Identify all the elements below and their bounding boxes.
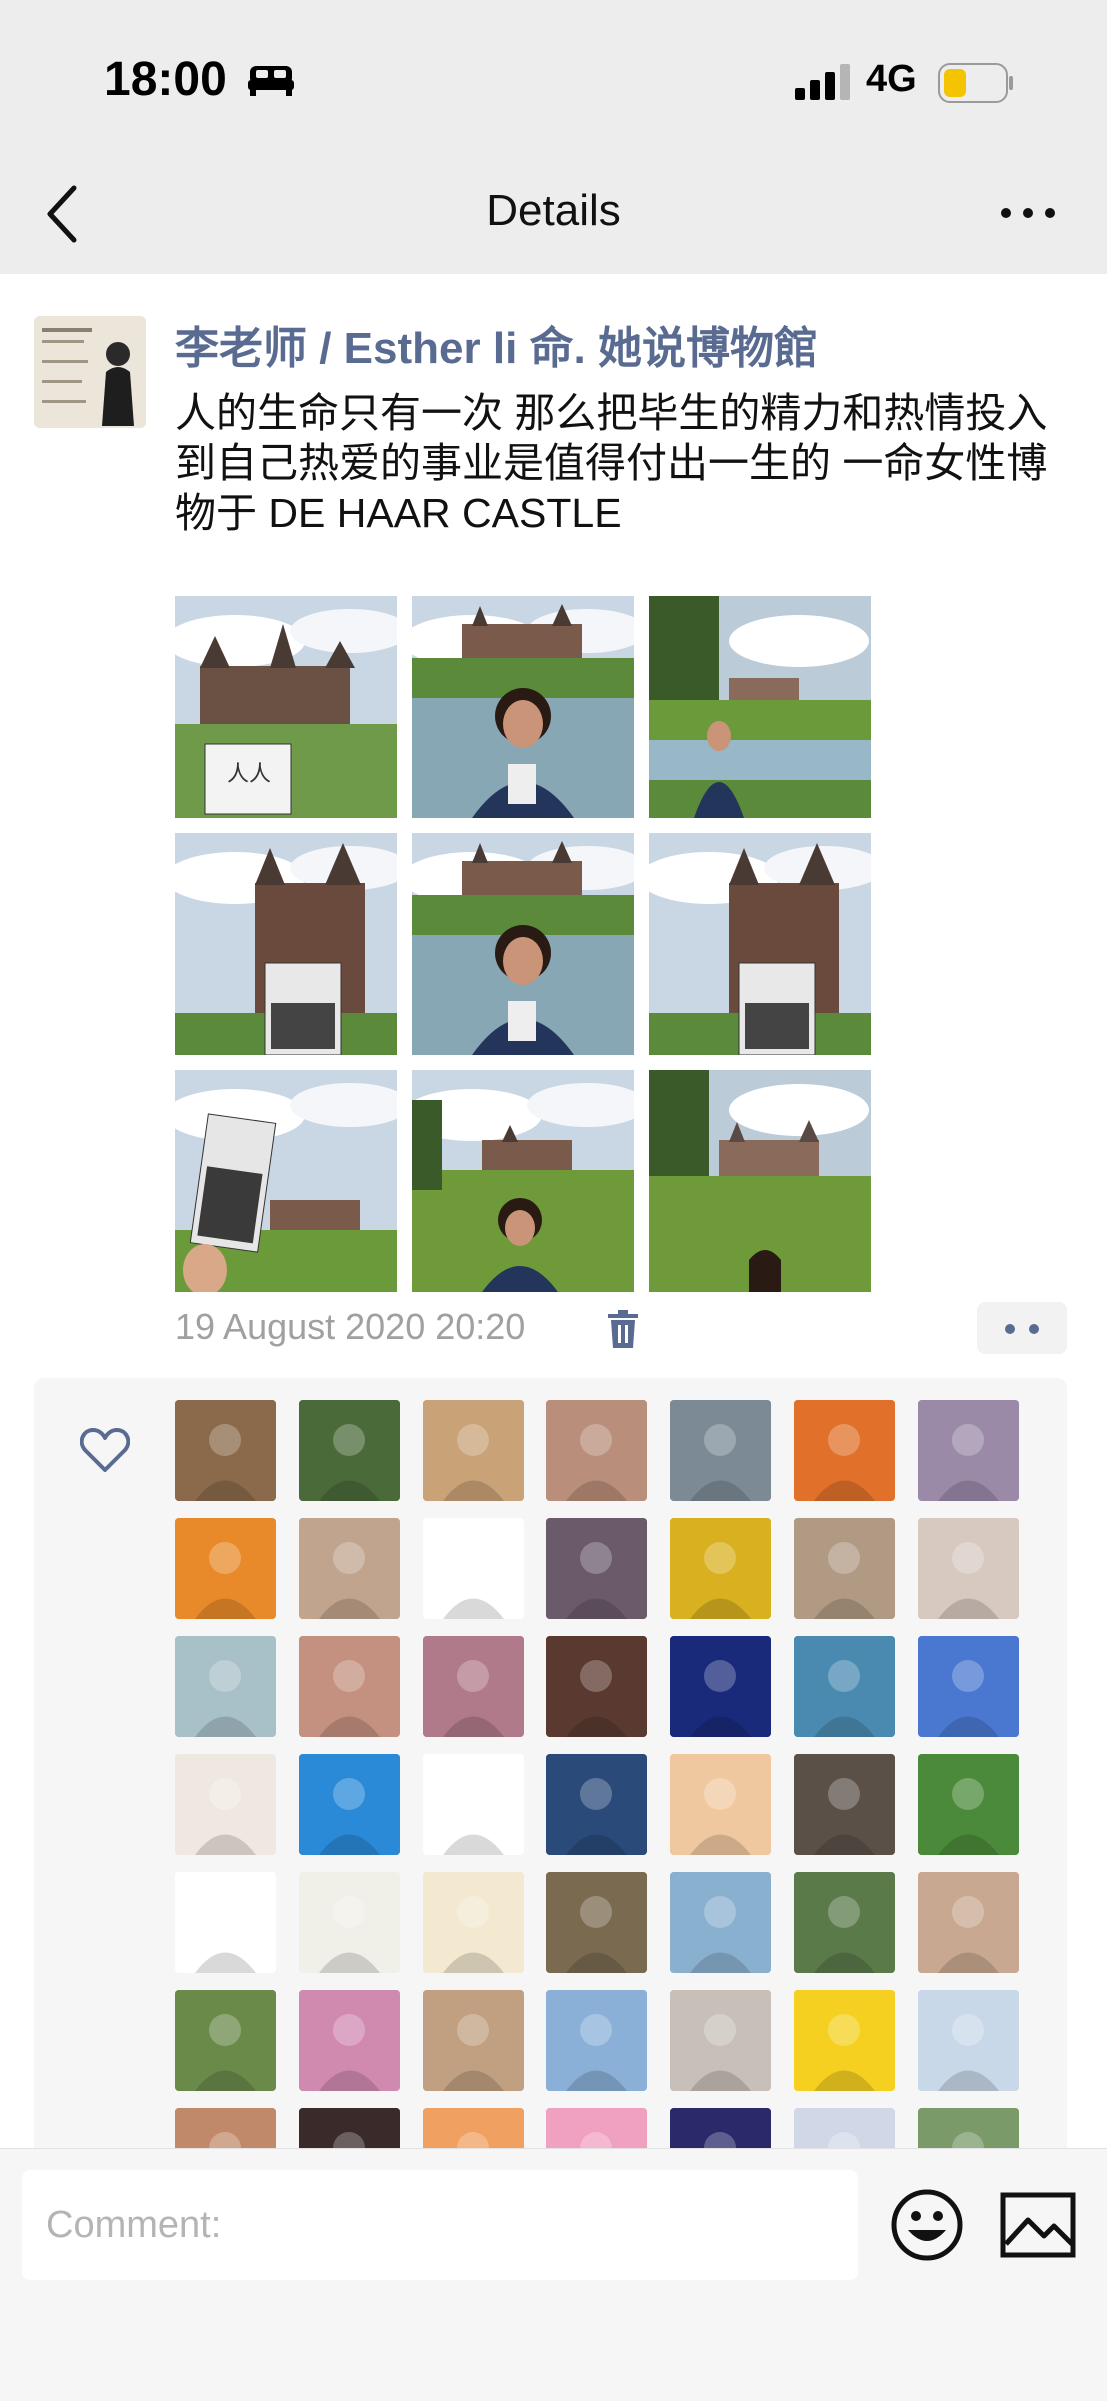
like-avatar[interactable] [918, 1754, 1019, 1855]
like-avatar[interactable] [546, 1754, 647, 1855]
trash-icon[interactable] [608, 1310, 638, 1348]
like-avatar[interactable] [670, 1872, 771, 1973]
like-avatar[interactable] [918, 1872, 1019, 1973]
like-avatar[interactable] [670, 1400, 771, 1501]
like-avatar[interactable] [175, 1636, 276, 1737]
author-avatar[interactable] [34, 316, 146, 428]
like-avatar[interactable] [794, 1400, 895, 1501]
like-avatar[interactable] [918, 1518, 1019, 1619]
like-avatar[interactable] [670, 1636, 771, 1737]
signal-icon [795, 64, 850, 100]
page-title: Details [486, 186, 621, 235]
like-avatar[interactable] [670, 1990, 771, 2091]
dot-icon [1005, 1324, 1015, 1334]
bed-icon [248, 66, 294, 96]
like-avatar[interactable] [175, 1990, 276, 2091]
like-avatar[interactable] [918, 1636, 1019, 1737]
like-avatar[interactable] [299, 1636, 400, 1737]
like-avatar[interactable] [299, 1400, 400, 1501]
author-name[interactable]: 李老师 / Esther li 命. 她说博物館 [175, 312, 818, 376]
post-photo[interactable] [649, 596, 871, 818]
like-avatar[interactable] [546, 1872, 647, 1973]
like-avatar[interactable] [794, 1636, 895, 1737]
like-avatar[interactable] [175, 1400, 276, 1501]
like-avatar[interactable] [423, 1400, 524, 1501]
post-photo[interactable] [412, 596, 634, 818]
battery-icon [938, 63, 1013, 103]
post-photo[interactable]: 人人 [175, 596, 397, 818]
like-avatar[interactable] [794, 1990, 895, 2091]
network-type: 4G [866, 58, 917, 100]
like-avatar[interactable] [918, 1400, 1019, 1501]
post-photo[interactable] [175, 1070, 397, 1292]
like-avatar[interactable] [423, 1518, 524, 1619]
like-avatar[interactable] [299, 1518, 400, 1619]
like-avatar[interactable] [299, 1872, 400, 1973]
like-avatar[interactable] [546, 1990, 647, 2091]
post-photo[interactable] [412, 1070, 634, 1292]
like-avatar[interactable] [423, 1872, 524, 1973]
comment-like-menu-button[interactable] [977, 1302, 1067, 1354]
post-photo[interactable] [175, 833, 397, 1055]
like-avatar[interactable] [423, 1990, 524, 2091]
like-avatar[interactable] [423, 1636, 524, 1737]
post-photo[interactable] [412, 833, 634, 1055]
like-avatar[interactable] [175, 1754, 276, 1855]
post-photo[interactable] [649, 1070, 871, 1292]
dot-icon [1029, 1324, 1039, 1334]
post-timestamp: 19 August 2020 20:20 [175, 1306, 526, 1347]
like-avatar[interactable] [794, 1872, 895, 1973]
post-text: 人的生命只有一次 那么把毕生的精力和热情投入到自己热爱的事业是值得付出一生的 一… [175, 390, 1048, 536]
like-avatar[interactable] [423, 1754, 524, 1855]
image-icon[interactable] [1000, 2192, 1076, 2258]
post-photo[interactable] [649, 833, 871, 1055]
more-icon[interactable] [1000, 198, 1056, 228]
heart-icon [80, 1428, 130, 1472]
emoji-icon[interactable] [890, 2188, 964, 2262]
like-avatar[interactable] [546, 1636, 647, 1737]
comment-input[interactable] [22, 2170, 858, 2280]
like-avatar[interactable] [299, 1990, 400, 2091]
like-avatar[interactable] [918, 1990, 1019, 2091]
like-avatar[interactable] [546, 1518, 647, 1619]
like-avatar[interactable] [546, 1400, 647, 1501]
like-avatar[interactable] [175, 1872, 276, 1973]
svg-text:人人: 人人 [227, 761, 271, 786]
like-avatar[interactable] [794, 1518, 895, 1619]
like-avatar[interactable] [670, 1754, 771, 1855]
like-avatar[interactable] [794, 1754, 895, 1855]
like-avatar[interactable] [175, 1518, 276, 1619]
like-avatar[interactable] [670, 1518, 771, 1619]
status-time: 18:00 [104, 53, 227, 106]
like-avatar[interactable] [299, 1754, 400, 1855]
